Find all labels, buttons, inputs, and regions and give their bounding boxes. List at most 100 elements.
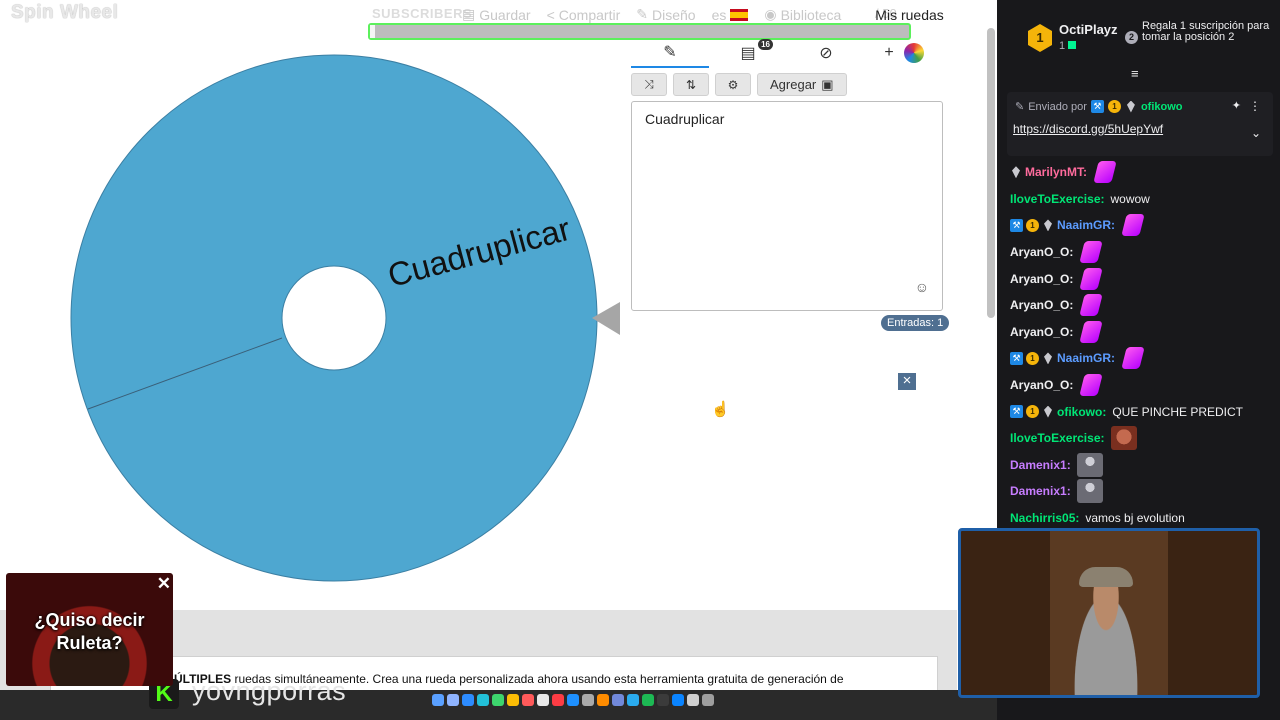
dock-app-icon[interactable] bbox=[477, 694, 489, 706]
filter-icon[interactable]: ≡ bbox=[1131, 66, 1139, 81]
emote-icon bbox=[1079, 374, 1104, 397]
screen: Spin Wheel SUBSCRIBERS / 50 ▤ Guardar < … bbox=[0, 0, 1280, 720]
emote-icon bbox=[1121, 214, 1145, 237]
settings-button[interactable]: ⚙ bbox=[715, 73, 751, 96]
chat-message: ⚒ 1 NaaimGR: bbox=[1010, 212, 1274, 239]
gift-count-value: 1 bbox=[1059, 40, 1066, 52]
share-icon: < bbox=[546, 6, 555, 23]
shuffle-button[interactable]: ⤨ bbox=[631, 73, 667, 96]
chat-message: AryanO_O: bbox=[1010, 265, 1274, 292]
position-badge: 2 bbox=[1125, 31, 1138, 44]
entries-textarea[interactable]: Cuadruplicar ☺ bbox=[631, 101, 943, 311]
nav-share[interactable]: < Compartir bbox=[547, 7, 621, 23]
emote-icon bbox=[1079, 241, 1104, 264]
dock-app-icon[interactable] bbox=[687, 694, 699, 706]
chat-text: wowow bbox=[1110, 191, 1150, 206]
chat-username[interactable]: IloveToExercise: bbox=[1010, 431, 1105, 445]
ruleta-ad[interactable]: ¿Quiso decir Ruleta? ✕ bbox=[6, 573, 173, 686]
wheel-hub[interactable] bbox=[281, 265, 387, 371]
emote-icon bbox=[1079, 267, 1104, 290]
tab-results[interactable]: ▤ 16 bbox=[709, 38, 787, 68]
dock-app-icon[interactable] bbox=[507, 694, 519, 706]
dock-app-icon[interactable] bbox=[627, 694, 639, 706]
spin-wheel[interactable]: Cuadruplicar bbox=[60, 45, 630, 590]
pinned-header: ✎ Enviado por ⚒ 1 ofikowo bbox=[1015, 100, 1183, 113]
emoji-icon[interactable]: ☺ bbox=[915, 279, 929, 295]
gift-leader-name[interactable]: OctiPlayz bbox=[1059, 22, 1118, 37]
dock-app-icon[interactable] bbox=[657, 694, 669, 706]
emote-ghost-icon bbox=[1076, 452, 1103, 477]
gift-cta[interactable]: Regala 1 suscripción para tomar la posic… bbox=[1142, 21, 1274, 43]
pin-icon: ✎ bbox=[1015, 101, 1025, 113]
chat-username[interactable]: AryanO_O: bbox=[1010, 325, 1073, 339]
dock-app-icon[interactable] bbox=[612, 694, 624, 706]
nav-save[interactable]: ▤ Guardar bbox=[462, 6, 531, 23]
sort-button[interactable]: ⇅ bbox=[673, 73, 709, 96]
eye-slash-icon: ⊘ bbox=[819, 45, 833, 62]
app-dock bbox=[432, 694, 714, 706]
dock-app-icon[interactable] bbox=[432, 694, 444, 706]
gift-icon bbox=[1068, 41, 1077, 49]
dock-app-icon[interactable] bbox=[522, 694, 534, 706]
shuffle-icon: ⤨ bbox=[644, 77, 654, 91]
subscriber-badge-icon: 1 bbox=[1026, 218, 1039, 232]
gift-leaderboard: 1 OctiPlayz 1 2 Regala 1 suscripción par… bbox=[997, 0, 1280, 66]
pin-icon[interactable]: ✦ bbox=[1232, 99, 1241, 112]
chat-username[interactable]: AryanO_O: bbox=[1010, 378, 1073, 392]
dock-app-icon[interactable] bbox=[462, 694, 474, 706]
tab-add-color[interactable]: + bbox=[865, 38, 943, 68]
gem-badge-icon bbox=[1044, 405, 1052, 418]
dock-app-icon[interactable] bbox=[642, 694, 654, 706]
chat-username[interactable]: Damenix1: bbox=[1010, 458, 1071, 472]
chat-username[interactable]: AryanO_O: bbox=[1010, 298, 1073, 312]
nav-share-label: Compartir bbox=[558, 6, 621, 23]
dock-app-icon[interactable] bbox=[582, 694, 594, 706]
close-button[interactable]: × bbox=[898, 373, 916, 390]
chat-username[interactable]: AryanO_O: bbox=[1010, 245, 1073, 259]
results-count-badge: 16 bbox=[758, 39, 773, 50]
chat-username[interactable]: Damenix1: bbox=[1010, 484, 1071, 498]
tab-hide[interactable]: ⊘ bbox=[787, 38, 865, 68]
nav-language-label: es bbox=[711, 6, 727, 23]
dock-app-icon[interactable] bbox=[672, 694, 684, 706]
webcam-overlay bbox=[958, 528, 1260, 698]
chat-username[interactable]: NaaimGR: bbox=[1057, 218, 1115, 232]
pinned-link[interactable]: https://discord.gg/5hUepYwf bbox=[1013, 122, 1163, 136]
nav-design[interactable]: ✎ Diseño bbox=[636, 6, 695, 23]
more-options-icon[interactable]: ⋮ bbox=[1249, 99, 1261, 113]
rank-badge-icon: 1 bbox=[1028, 24, 1052, 52]
entry-line: Cuadruplicar bbox=[645, 111, 725, 127]
chat-username[interactable]: ofikowo: bbox=[1057, 405, 1106, 419]
dock-app-icon[interactable] bbox=[567, 694, 579, 706]
page-scrollbar[interactable] bbox=[987, 28, 995, 318]
dock-app-icon[interactable] bbox=[537, 694, 549, 706]
gem-badge-icon bbox=[1044, 352, 1052, 365]
app-logo[interactable]: Spin Wheel bbox=[11, 2, 118, 24]
moderator-badge-icon: ⚒ bbox=[1010, 405, 1023, 419]
chevron-down-icon[interactable]: ⌄ bbox=[1251, 126, 1261, 140]
tab-edit[interactable]: ✎ bbox=[631, 38, 709, 68]
chat-username[interactable]: Nachirris05: bbox=[1010, 511, 1079, 525]
add-image-label: Agregar bbox=[770, 77, 817, 92]
chat-username[interactable]: IloveToExercise: bbox=[1010, 192, 1105, 206]
dock-app-icon[interactable] bbox=[552, 694, 564, 706]
nav-my-wheels[interactable]: Mis ruedas bbox=[875, 7, 943, 23]
chat-username[interactable]: AryanO_O: bbox=[1010, 272, 1073, 286]
entries-count-badge: Entradas: 1 bbox=[881, 315, 950, 331]
dock-trash-icon[interactable] bbox=[702, 694, 714, 706]
gear-icon: ⚙ bbox=[727, 77, 739, 92]
add-image-button[interactable]: Agregar ▣ bbox=[757, 73, 847, 96]
nav-language[interactable]: es bbox=[712, 7, 749, 23]
ad-close-icon[interactable]: ✕ bbox=[157, 575, 171, 592]
dock-app-icon[interactable] bbox=[597, 694, 609, 706]
chat-message: AryanO_O: bbox=[1010, 292, 1274, 319]
nav-library[interactable]: ◉ Biblioteca bbox=[764, 6, 841, 23]
chat-username[interactable]: NaaimGR: bbox=[1057, 351, 1115, 365]
streamer-name: yovngporras bbox=[192, 676, 347, 706]
dock-app-icon[interactable] bbox=[492, 694, 504, 706]
chat-username[interactable]: MarilynMT: bbox=[1025, 165, 1087, 179]
emote-icon bbox=[1079, 320, 1104, 343]
gem-badge-icon bbox=[1126, 100, 1135, 113]
dock-app-icon[interactable] bbox=[447, 694, 459, 706]
pinned-user[interactable]: ofikowo bbox=[1141, 101, 1183, 113]
